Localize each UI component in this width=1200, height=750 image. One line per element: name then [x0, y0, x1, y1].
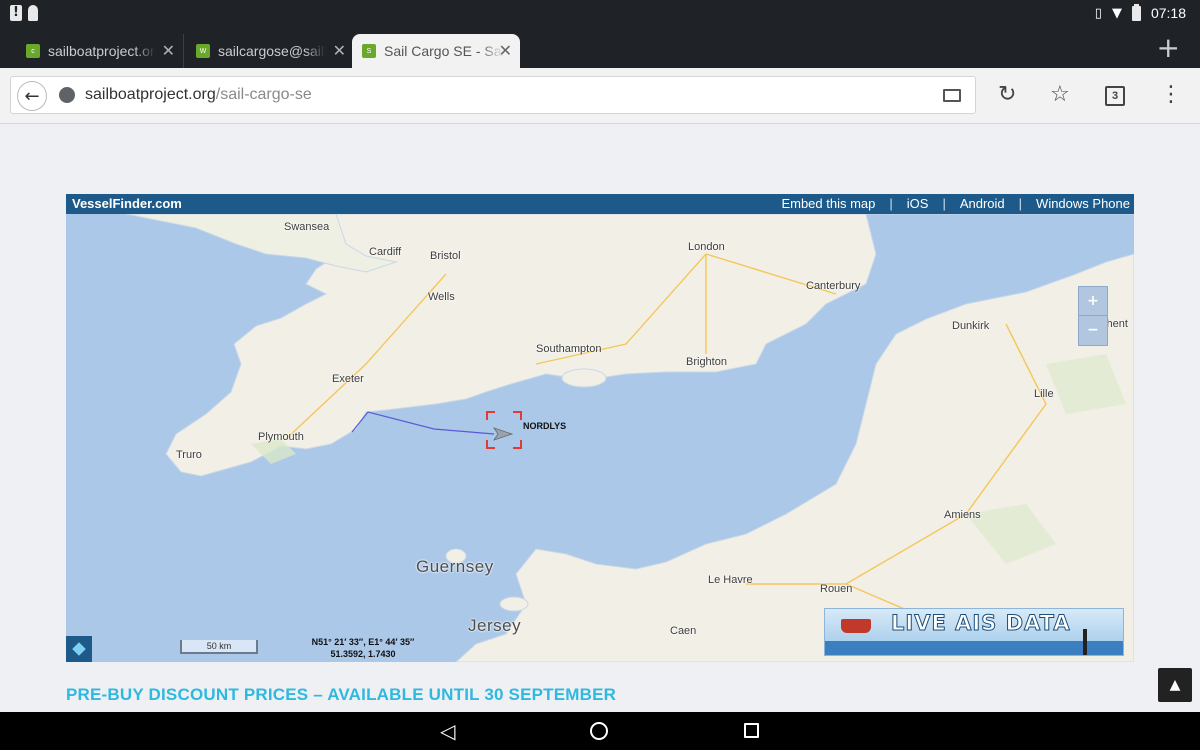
coords-dms: N51° 21′ 33″, E1° 44′ 35″ [311, 637, 415, 647]
place-label: Rouen [820, 583, 853, 595]
favicon-icon: S [362, 44, 376, 58]
separator: | [1018, 196, 1023, 211]
place-label: Bristol [430, 250, 461, 262]
clock: 07:18 [1150, 5, 1186, 21]
globe-icon [59, 87, 75, 103]
place-label: Brighton [686, 356, 727, 368]
ship-icon [841, 619, 871, 633]
layers-button[interactable] [66, 636, 92, 662]
favicon-icon: W [196, 44, 210, 58]
system-icons: ▯ ▼ 07:18 [1094, 3, 1186, 21]
live-ais-data-banner[interactable]: LIVE AIS DATA [824, 608, 1124, 656]
reader-mode-icon[interactable] [943, 89, 961, 102]
place-label: Plymouth [258, 431, 304, 443]
nav-home-icon[interactable] [590, 722, 608, 740]
alert-notification-icon [10, 5, 22, 21]
tab-title: Sail Cargo SE - Sailboat [384, 43, 504, 59]
tab-sailcargose-mail[interactable]: W sailcargose@sailboatproject ✕ [186, 34, 354, 68]
vessel-map[interactable]: VesselFinder.com Embed this map | iOS | … [66, 194, 1134, 662]
place-label: Caen [670, 625, 697, 637]
place-label: Le Havre [708, 574, 753, 586]
place-label: Wells [428, 291, 455, 303]
cursor-coordinates: N51° 21′ 33″, E1° 44′ 35″ 51.3592, 1.743… [298, 636, 428, 660]
windows-phone-link[interactable]: Windows Phone [1036, 196, 1130, 211]
new-tab-button[interactable]: + [1157, 31, 1180, 64]
map-canvas[interactable] [66, 214, 1134, 662]
place-label: London [688, 241, 725, 253]
place-label: Amiens [944, 509, 981, 521]
tab-title: sailboatproject.org [48, 43, 156, 59]
layers-icon [72, 642, 86, 656]
vibrate-icon: ▯ [1094, 5, 1102, 21]
status-bar: ▯ ▼ 07:18 [0, 0, 1200, 28]
place-label: Guernsey [416, 557, 494, 576]
antenna-tower-icon [1083, 629, 1087, 655]
tab-switcher-button[interactable]: 3 [1105, 86, 1125, 106]
zoom-out-button[interactable]: − [1079, 316, 1107, 345]
map-header: VesselFinder.com Embed this map | iOS | … [66, 194, 1134, 214]
vessel-name-label[interactable]: NORDLYS [523, 421, 566, 431]
close-tab-icon[interactable]: ✕ [333, 41, 346, 60]
url-text[interactable]: sailboatproject.org/sail-cargo-se [85, 86, 312, 104]
keyhole-notification-icon [28, 5, 38, 21]
android-nav-bar: ◁ [0, 712, 1200, 750]
reload-button[interactable]: ↻ [998, 83, 1016, 107]
place-label: Canterbury [806, 280, 861, 292]
browser-toolbar: ← sailboatproject.org/sail-cargo-se ↻ ☆ … [0, 68, 1200, 124]
scroll-to-top-button[interactable]: ▲ [1158, 668, 1192, 702]
favicon-icon: c [26, 44, 40, 58]
overflow-menu-icon[interactable]: ⋮ [1160, 83, 1182, 107]
zoom-control: + − [1078, 286, 1108, 346]
place-label: Exeter [332, 373, 364, 385]
scale-bar: 50 km [180, 640, 258, 654]
url-path: /sail-cargo-se [215, 86, 312, 103]
android-link[interactable]: Android [960, 196, 1005, 211]
nav-back-icon[interactable]: ◁ [440, 721, 455, 741]
place-label: Swansea [284, 221, 330, 233]
place-label: Cardiff [369, 246, 402, 258]
banner-sea [825, 641, 1123, 655]
coords-decimal: 51.3592, 1.7430 [330, 649, 396, 659]
embed-map-link[interactable]: Embed this map [781, 196, 875, 211]
nav-recents-icon[interactable] [744, 723, 759, 738]
back-button[interactable]: ← [17, 81, 47, 111]
promo-heading: PRE-BUY DISCOUNT PRICES – AVAILABLE UNTI… [66, 685, 617, 704]
map-links: Embed this map | iOS | Android | Windows… [781, 196, 1130, 211]
separator: | [942, 196, 946, 211]
page-content: VesselFinder.com Embed this map | iOS | … [0, 124, 1200, 712]
close-tab-icon[interactable]: ✕ [499, 41, 512, 60]
tab-sailboatproject[interactable]: c sailboatproject.org ✕ [16, 34, 184, 68]
battery-icon [1131, 3, 1141, 21]
place-label: Lille [1034, 388, 1054, 400]
tab-title: sailcargose@sailboatproject [218, 43, 326, 59]
place-label: Jersey [468, 616, 522, 635]
bookmark-star-icon[interactable]: ☆ [1050, 83, 1070, 107]
place-label: Southampton [536, 343, 602, 355]
url-host: sailboatproject.org [85, 86, 216, 103]
ios-link[interactable]: iOS [907, 196, 929, 211]
tab-strip: c sailboatproject.org ✕ W sailcargose@sa… [0, 28, 1200, 68]
zoom-in-button[interactable]: + [1079, 287, 1107, 316]
banner-text: LIVE AIS DATA [891, 611, 1071, 636]
close-tab-icon[interactable]: ✕ [162, 41, 175, 60]
vesselfinder-logo[interactable]: VesselFinder.com [72, 196, 182, 211]
address-bar[interactable]: ← sailboatproject.org/sail-cargo-se [10, 76, 976, 114]
separator: | [889, 196, 893, 211]
jersey-land [499, 596, 529, 612]
place-label: Truro [176, 449, 202, 461]
place-label: Dunkirk [952, 320, 990, 332]
wifi-icon: ▼ [1111, 5, 1122, 21]
tab-sail-cargo-se-active[interactable]: S Sail Cargo SE - Sailboat ✕ [352, 34, 520, 68]
notification-icons [10, 5, 38, 21]
isle-of-wight-land [561, 368, 607, 388]
